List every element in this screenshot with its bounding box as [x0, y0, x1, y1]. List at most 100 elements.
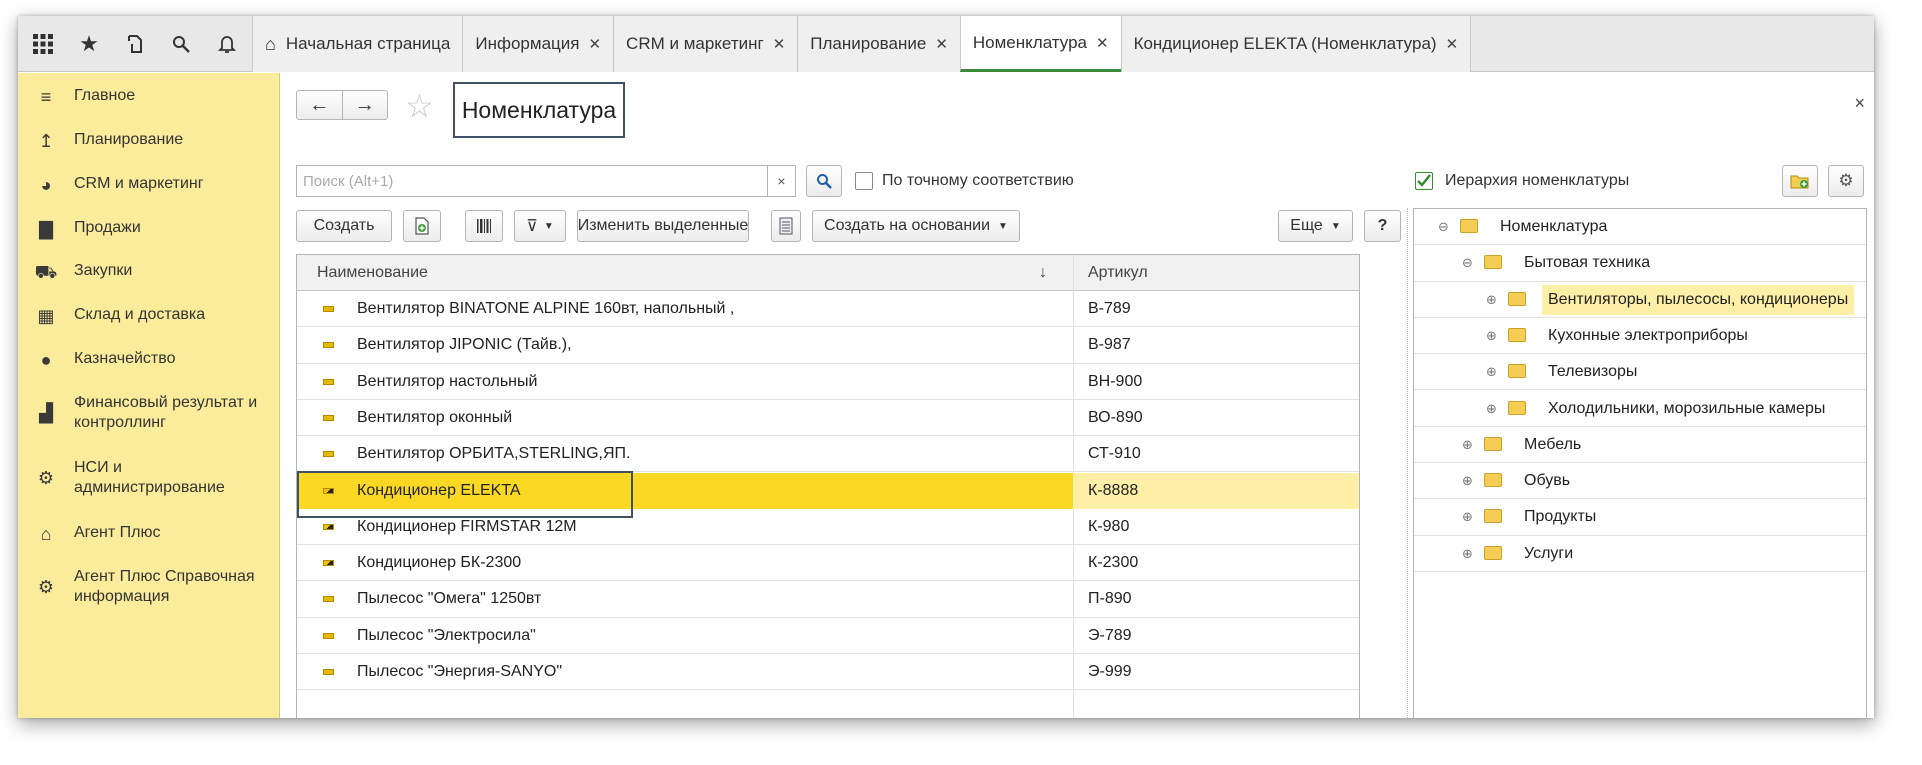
tree-node-label: Мебель: [1524, 435, 1582, 453]
sidebar-item-label: Казначейство: [74, 350, 176, 367]
sidebar-item-agent-plus[interactable]: ⌂ Агент Плюс: [18, 523, 280, 545]
close-icon[interactable]: ✕: [773, 35, 786, 53]
close-icon[interactable]: ✕: [1096, 34, 1109, 52]
create-button[interactable]: Создать: [296, 210, 392, 242]
sidebar-item-purchases[interactable]: ⛟ Закупки: [18, 261, 280, 286]
tab-nomenclature[interactable]: Номенклатура ✕: [959, 16, 1121, 72]
table-row[interactable]: Пылесос "Омега" 1250вт П-890: [297, 581, 1359, 618]
collapse-toggle-icon[interactable]: ⊖: [1462, 255, 1473, 271]
gear-icon: ⚙: [1838, 171, 1854, 190]
sidebar-item-label: Главное: [74, 87, 136, 104]
create-based-on-button[interactable]: Создать на основании ▼: [812, 210, 1020, 242]
hierarchy-checkbox[interactable]: [1415, 172, 1433, 190]
column-header-article[interactable]: Артикул: [1088, 255, 1148, 291]
history-icon[interactable]: [112, 16, 158, 72]
table-row[interactable]: Пылесос "Электросила" Э-789: [297, 618, 1359, 654]
table-row[interactable]: Вентилятор оконный ВО-890: [297, 400, 1359, 437]
row-article: В-987: [1088, 336, 1131, 354]
tab-label: Номенклатура: [972, 32, 1087, 52]
barcode-button[interactable]: [465, 210, 503, 242]
notifications-bell-icon[interactable]: [204, 16, 250, 72]
splitter[interactable]: [1407, 208, 1408, 718]
add-group-button[interactable]: [1782, 165, 1818, 197]
tree-node-label: Обувь: [1524, 472, 1571, 490]
expand-toggle-icon[interactable]: ⊕: [1486, 364, 1497, 380]
barcode-icon: [477, 219, 491, 233]
page-title: Номенклатура: [453, 82, 625, 138]
sidebar-item-agent-plus-info[interactable]: ⚙ Агент Плюс Справочная информация: [18, 567, 280, 607]
change-selected-button[interactable]: Изменить выделенные: [577, 210, 749, 242]
tree-node[interactable]: ⊕ Холодильники, морозильные камеры: [1414, 391, 1866, 427]
search-input[interactable]: [297, 166, 767, 196]
tree-node[interactable]: ⊖ Бытовая техника: [1414, 245, 1866, 282]
table-row[interactable]: Кондиционер БК-2300 К-2300: [297, 545, 1359, 582]
tree-node[interactable]: ⊕ Мебель: [1414, 427, 1866, 464]
sidebar-item-planning[interactable]: ↥ Планирование: [18, 130, 280, 152]
expand-toggle-icon[interactable]: ⊕: [1486, 292, 1497, 308]
tree-node[interactable]: ⊕ Кухонные электроприборы: [1414, 318, 1866, 355]
back-arrow-icon[interactable]: ←: [297, 91, 343, 119]
tree-node[interactable]: ⊕ Продукты: [1414, 499, 1866, 536]
tab-home[interactable]: ⌂ Начальная страница: [252, 16, 463, 72]
tab-information[interactable]: Информация ✕: [462, 16, 614, 72]
search-icon[interactable]: [158, 16, 204, 72]
sort-arrow-icon[interactable]: ↓: [1039, 255, 1047, 291]
collapse-toggle-icon[interactable]: ⊖: [1438, 219, 1449, 235]
table-row[interactable]: Вентилятор ОРБИТА,STERLING,ЯП. СТ-910: [297, 436, 1359, 473]
selection-focus-frame: [297, 471, 633, 518]
sidebar-item-finance[interactable]: ▟ Финансовый результат и контроллинг: [18, 393, 280, 433]
filter-button[interactable]: ⊽ ▼: [514, 210, 566, 242]
tree-node[interactable]: ⊕ Услуги: [1414, 536, 1866, 572]
forward-arrow-icon[interactable]: →: [343, 91, 388, 119]
tree-node[interactable]: ⊖ Номенклатура: [1414, 209, 1866, 246]
folder-icon: [1508, 400, 1526, 415]
folder-icon: [1484, 509, 1502, 524]
table-row[interactable]: Вентилятор BINATONE ALPINE 160вт, наполь…: [297, 291, 1359, 328]
tree-node-label: Услуги: [1524, 544, 1574, 562]
search-button[interactable]: [806, 165, 842, 197]
tab-planning[interactable]: Планирование ✕: [797, 16, 960, 72]
column-header-name[interactable]: Наименование: [317, 255, 428, 291]
folder-icon: [1484, 473, 1502, 488]
close-icon[interactable]: ✕: [588, 35, 601, 53]
tree-node-label: Телевизоры: [1548, 363, 1638, 381]
sidebar-item-crm[interactable]: ◕ CRM и маркетинг: [18, 174, 280, 196]
home-icon: ⌂: [265, 33, 276, 54]
favorite-star-icon[interactable]: ☆: [405, 87, 434, 125]
favorites-star-icon[interactable]: ★: [66, 16, 112, 72]
tab-item-card[interactable]: Кондиционер ELEKTA (Номенклатура) ✕: [1120, 16, 1472, 72]
expand-toggle-icon[interactable]: ⊕: [1462, 509, 1473, 525]
table-row[interactable]: Пылесос "Энергия-SANYO" Э-999: [297, 654, 1359, 691]
sidebar-item-admin[interactable]: ⚙ НСИ и администрирование: [18, 458, 280, 498]
expand-toggle-icon[interactable]: ⊕: [1462, 437, 1473, 453]
settings-button[interactable]: ⚙: [1828, 165, 1864, 197]
sidebar-item-sales[interactable]: ▇ Продажи: [18, 218, 280, 240]
tab-crm[interactable]: CRM и маркетинг ✕: [613, 16, 798, 72]
sidebar-item-main[interactable]: ≡ Главное: [18, 86, 280, 108]
table-row[interactable]: Вентилятор настольный ВН-900: [297, 364, 1359, 400]
sidebar-item-treasury[interactable]: ● Казначейство: [18, 349, 280, 371]
clear-search-icon[interactable]: ×: [767, 166, 795, 196]
expand-toggle-icon[interactable]: ⊕: [1462, 546, 1473, 562]
close-icon[interactable]: ✕: [935, 35, 948, 53]
close-icon[interactable]: ✕: [1446, 35, 1459, 53]
sidebar-item-warehouse[interactable]: ▦ Склад и доставка: [18, 305, 280, 327]
item-marker-icon: [323, 306, 334, 312]
item-marker-icon: [323, 378, 334, 385]
report-button[interactable]: [771, 210, 801, 242]
expand-toggle-icon[interactable]: ⊕: [1486, 401, 1497, 417]
tree-node[interactable]: ⊕ Обувь: [1414, 463, 1866, 500]
expand-toggle-icon[interactable]: ⊕: [1486, 328, 1497, 344]
tab-label: Начальная страница: [285, 34, 451, 53]
table-row[interactable]: Вентилятор JIPONIC (Тайв.), В-987: [297, 327, 1359, 364]
expand-toggle-icon[interactable]: ⊕: [1462, 473, 1473, 489]
apps-grid-icon[interactable]: [20, 16, 66, 72]
copy-button[interactable]: [403, 210, 441, 242]
item-marker-icon: [323, 632, 334, 639]
tree-node[interactable]: ⊕ Телевизоры: [1414, 354, 1866, 391]
tree-node-selected[interactable]: ⊕ Вентиляторы, пылесосы, кондиционеры: [1414, 282, 1866, 318]
exact-match-checkbox[interactable]: [855, 172, 873, 190]
folder-icon: [1484, 545, 1502, 560]
folder-icon: [1508, 364, 1526, 379]
more-button[interactable]: Еще ▼: [1278, 210, 1353, 242]
